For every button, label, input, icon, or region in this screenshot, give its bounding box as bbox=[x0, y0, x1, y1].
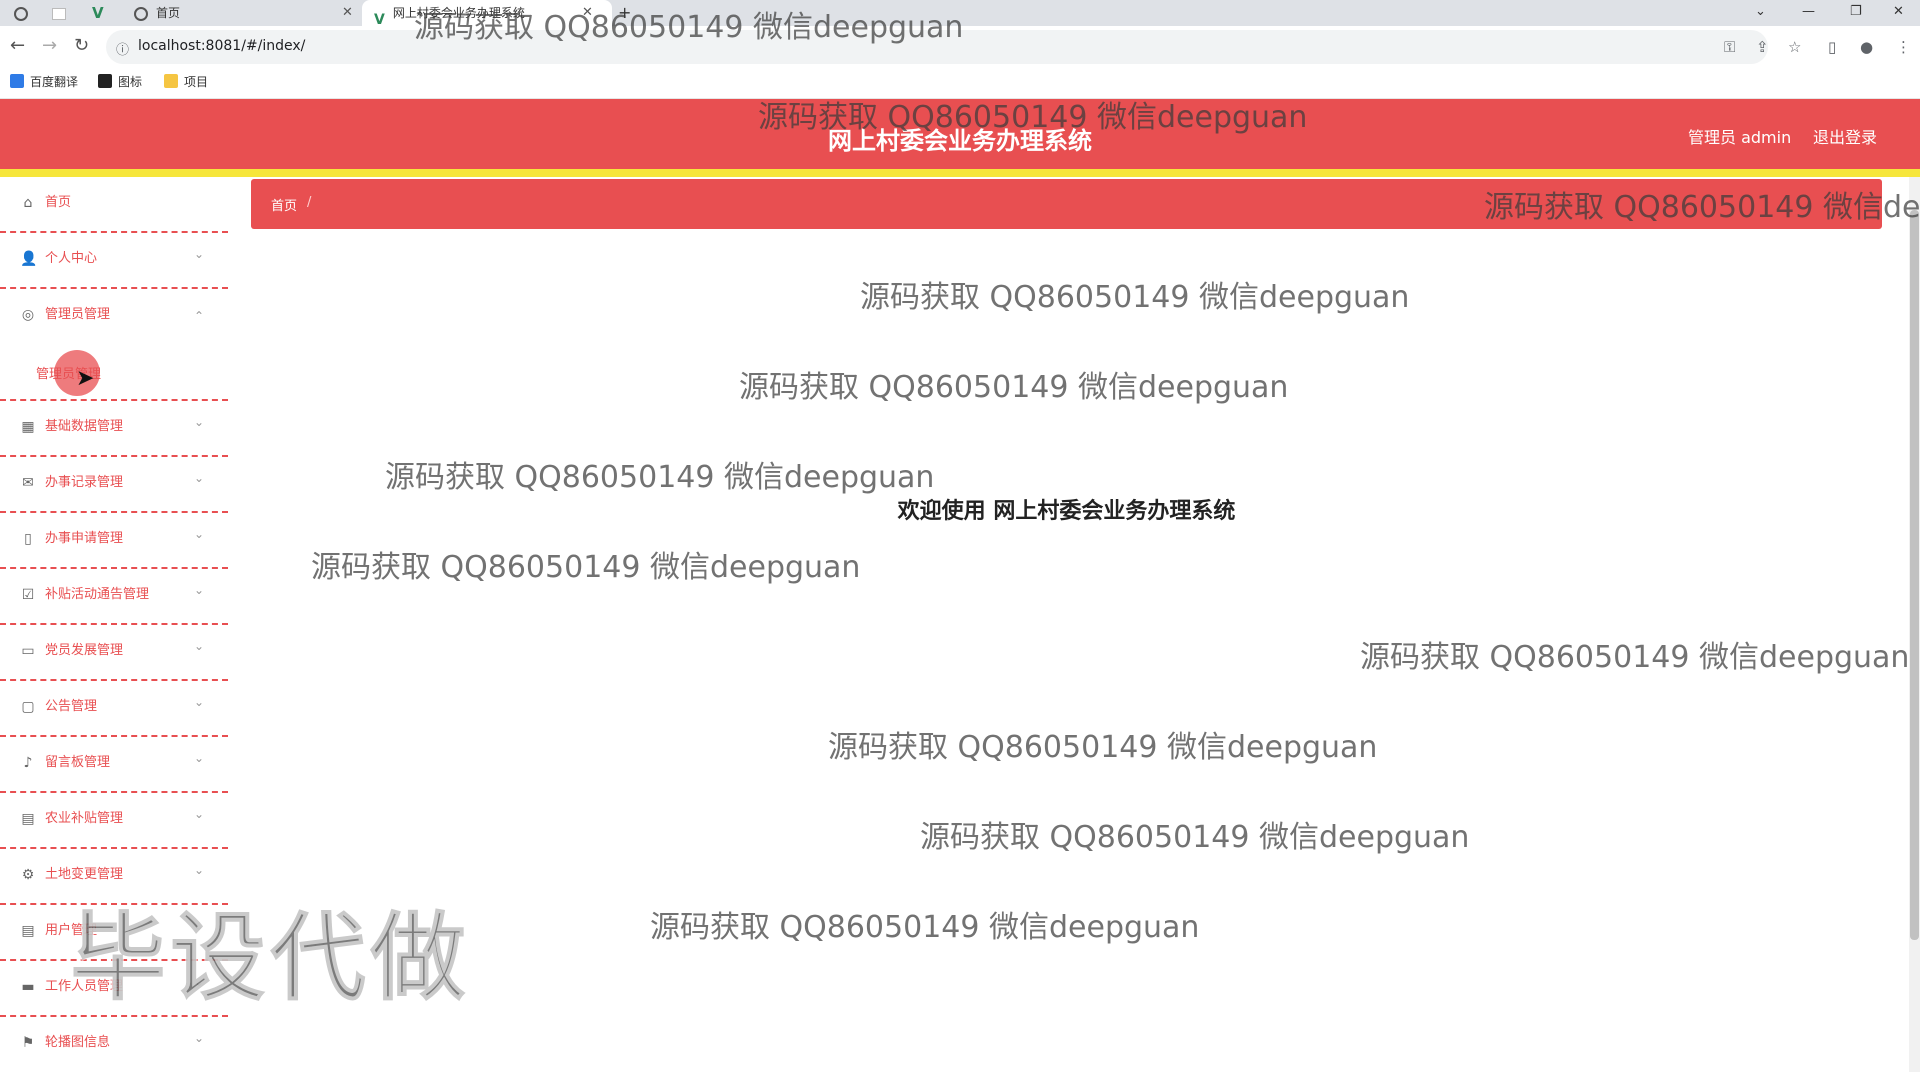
chevron-up-icon: ⌃ bbox=[194, 309, 205, 323]
minimize-icon[interactable]: — bbox=[1802, 0, 1815, 26]
chevron-down-icon: ⌄ bbox=[194, 1031, 205, 1045]
chevron-down-icon: ⌄ bbox=[194, 639, 205, 653]
sidebar-item-personal-center[interactable]: 👤 个人中心 ⌄ bbox=[0, 233, 228, 289]
tab-chrome-icon[interactable] bbox=[14, 0, 34, 26]
close-window-icon[interactable]: ✕ bbox=[1893, 0, 1904, 26]
share-icon[interactable]: ⇪ bbox=[1756, 38, 1769, 56]
restore-icon[interactable]: ❐ bbox=[1850, 0, 1862, 26]
logout-link[interactable]: 退出登录 bbox=[1813, 124, 1877, 148]
forward-icon[interactable]: → bbox=[42, 36, 57, 56]
watermark-text: 源码获取 QQ86050149 微信deepguan bbox=[1360, 640, 1910, 675]
sidebar-item-basic-data[interactable]: ▦ 基础数据管理 ⌄ bbox=[0, 401, 228, 457]
sidebar-item-home[interactable]: ⌂ 首页 bbox=[0, 177, 228, 233]
chevron-down-icon: ⌄ bbox=[194, 247, 205, 261]
watermark-text: 源码获取 QQ86050149 微信deepguan bbox=[860, 280, 1410, 315]
gear-icon: ⚙ bbox=[21, 867, 35, 883]
chevron-down-icon: ⌄ bbox=[194, 527, 205, 541]
watermark-text: 源码获取 QQ86050149 微信deepguan bbox=[650, 910, 1200, 945]
watermark-text: 源码获取 QQ86050149 微信deepguan bbox=[920, 820, 1470, 855]
vue-logo-icon: V bbox=[374, 11, 385, 28]
info-icon[interactable]: ⓘ bbox=[116, 39, 129, 58]
flag-icon: ⚑ bbox=[21, 1035, 35, 1051]
tab-vue[interactable]: V bbox=[92, 0, 114, 26]
sidebar-item-message-board[interactable]: ♪ 留言板管理 ⌄ bbox=[0, 737, 228, 793]
phone-icon: ▯ bbox=[24, 531, 32, 547]
back-icon[interactable]: ← bbox=[10, 36, 25, 56]
watermark-text: 源码获取 QQ86050149 微信deepguan bbox=[414, 10, 964, 45]
watermark-text: 源码获取 QQ86050149 微信deepguan bbox=[311, 550, 861, 585]
chevron-down-icon: ⌄ bbox=[194, 807, 205, 821]
mail-icon: ✉ bbox=[22, 475, 34, 491]
admin-icon: ◎ bbox=[21, 307, 35, 323]
doc-icon: ▤ bbox=[21, 923, 35, 939]
chat-icon: ▢ bbox=[21, 699, 35, 715]
side-panel-icon[interactable]: ▯ bbox=[1828, 38, 1836, 56]
monitor-icon: ▭ bbox=[21, 643, 35, 659]
chevron-down-icon: ⌄ bbox=[194, 695, 205, 709]
mouse-cursor-icon: ➤ bbox=[76, 366, 95, 391]
bookmark-icons[interactable]: 图标 bbox=[98, 72, 142, 92]
bookmark-baidu-translate[interactable]: 百度翻译 bbox=[10, 72, 78, 92]
bookmark-project[interactable]: 项目 bbox=[164, 72, 208, 92]
translate-icon bbox=[10, 74, 24, 88]
breadcrumb-separator: / bbox=[307, 195, 312, 210]
sidebar-item-carousel[interactable]: ⚑ 轮播图信息 ⌄ bbox=[0, 1017, 228, 1073]
blank-page-icon bbox=[52, 7, 66, 20]
menu-dots-icon[interactable]: ⋮ bbox=[1896, 38, 1911, 56]
globe-icon bbox=[14, 6, 28, 21]
sidebar-item-admin-management[interactable]: ◎ 管理员管理 ⌃ bbox=[0, 289, 228, 345]
globe-icon bbox=[134, 6, 148, 21]
clipboard-icon: ▤ bbox=[21, 811, 35, 827]
url-text[interactable]: localhost:8081/#/index/ bbox=[138, 38, 305, 54]
user-label: 管理员 admin bbox=[1688, 128, 1792, 147]
watermark-text: 源码获取 QQ86050149 微信deepguan bbox=[385, 460, 935, 495]
sidebar-item-announcements[interactable]: ▢ 公告管理 ⌄ bbox=[0, 681, 228, 737]
tab-search-icon[interactable]: ⌄ bbox=[1755, 0, 1766, 26]
watermark-big: 毕设代做 bbox=[69, 901, 470, 1015]
sidebar-item-subsidy-notices[interactable]: ☑ 补贴活动通告管理 ⌄ bbox=[0, 569, 228, 625]
bell-icon: ♪ bbox=[23, 755, 33, 771]
close-icon[interactable]: ✕ bbox=[342, 0, 353, 26]
chevron-down-icon: ⌄ bbox=[194, 471, 205, 485]
chevron-down-icon: ⌄ bbox=[194, 583, 205, 597]
watermark-text: 源码获取 QQ86050149 微信deepguan bbox=[739, 370, 1289, 405]
clipboard-icon: ☑ bbox=[21, 587, 35, 603]
folder-icon bbox=[164, 74, 178, 88]
watermark-text: 源码获取 QQ86050149 微信deepguan bbox=[758, 100, 1308, 135]
sidebar-subitem-admin-management[interactable]: 管理员管理 bbox=[0, 345, 228, 401]
sidebar-item-agri-subsidy[interactable]: ▤ 农业补贴管理 ⌄ bbox=[0, 793, 228, 849]
header-stripe bbox=[0, 169, 1920, 177]
chevron-down-icon: ⌄ bbox=[194, 863, 205, 877]
watermark-text: 源码获取 QQ86050149 微信dee bbox=[1484, 190, 1920, 225]
image-icon bbox=[98, 74, 112, 88]
chevron-down-icon: ⌄ bbox=[194, 751, 205, 765]
breadcrumb-home[interactable]: 首页 bbox=[271, 195, 297, 214]
scrollbar-thumb[interactable] bbox=[1910, 210, 1919, 940]
camera-icon: ▬ bbox=[21, 979, 35, 995]
home-icon: ⌂ bbox=[23, 195, 33, 211]
user-icon: 👤 bbox=[20, 251, 38, 267]
vue-logo-icon: V bbox=[92, 4, 104, 22]
sidebar-item-party-members[interactable]: ▭ 党员发展管理 ⌄ bbox=[0, 625, 228, 681]
key-icon[interactable]: ⚿ bbox=[1724, 38, 1735, 56]
tab-blank[interactable] bbox=[52, 0, 72, 26]
grid-icon: ▦ bbox=[21, 419, 35, 435]
profile-icon[interactable]: ● bbox=[1860, 38, 1873, 56]
tab-label: 首页 bbox=[156, 6, 181, 20]
watermark-text: 源码获取 QQ86050149 微信deepguan bbox=[828, 730, 1378, 765]
reload-icon[interactable]: ↻ bbox=[74, 36, 89, 56]
star-icon[interactable]: ☆ bbox=[1788, 38, 1801, 56]
chevron-down-icon: ⌄ bbox=[194, 415, 205, 429]
welcome-text: 欢迎使用 网上村委会业务办理系统 bbox=[897, 499, 1236, 524]
tab-home[interactable]: 首页 ✕ bbox=[130, 0, 362, 26]
